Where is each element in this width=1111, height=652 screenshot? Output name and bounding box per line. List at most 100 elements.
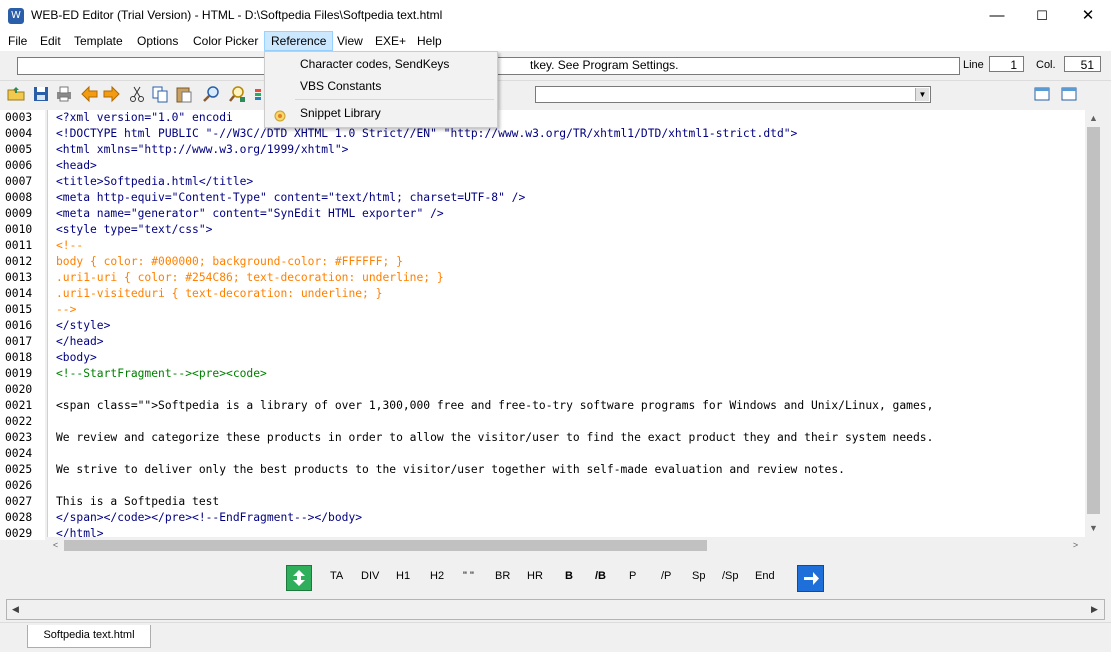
forward-arrow-icon[interactable] [101,84,121,104]
scroll-left-icon[interactable]: < [47,537,64,554]
line-number: 0024 [5,447,33,460]
menu-reference[interactable]: Reference [264,31,334,51]
menu-file[interactable]: File [2,31,33,51]
menu-help[interactable]: Help [411,31,448,51]
menu-item-snippet-library[interactable]: Snippet Library [266,102,496,124]
line-number: 0010 [5,223,33,236]
tag-b-button[interactable]: B [565,570,573,582]
menu-options[interactable]: Options [131,31,184,51]
back-arrow-icon[interactable] [80,84,100,104]
line-number: 0022 [5,415,33,428]
line-number: 0027 [5,495,33,508]
scroll-right-icon[interactable]: ▶ [1086,601,1103,618]
tag-ta-button[interactable]: TA [330,570,343,582]
close-button[interactable]: ✕ [1065,0,1111,31]
tag-toggle-icon[interactable] [286,565,312,591]
menu-item-character-codes[interactable]: Character codes, SendKeys [266,53,496,75]
paste-icon[interactable] [174,84,194,104]
scroll-down-icon[interactable]: ▼ [1085,520,1102,537]
tag-p-button[interactable]: P [629,570,636,582]
code-line: </style> [56,319,111,332]
palette-icon[interactable] [254,84,262,104]
code-line: <style type="text/css"> [56,223,213,236]
maximize-button[interactable]: ☐ [1019,0,1065,31]
print-icon[interactable] [54,84,74,104]
chevron-down-icon[interactable]: ▼ [915,88,929,101]
code-line: <!DOCTYPE html PUBLIC "-//W3C//DTD XHTML… [56,127,798,140]
scroll-right-icon[interactable]: > [1067,537,1084,554]
line-number-gutter: 0003 0004 0005 0006 0007 0008 0009 0010 … [0,110,45,540]
open-folder-icon[interactable] [6,84,26,104]
tag-h2-button[interactable]: H2 [430,570,444,582]
code-line: <meta http-equiv="Content-Type" content=… [56,191,526,204]
line-number: 0019 [5,367,33,380]
col-field[interactable]: 51 [1064,56,1101,72]
vertical-scroll-thumb[interactable] [1087,127,1100,514]
menu-item-label: Character codes, SendKeys [300,57,450,71]
cut-icon[interactable] [127,84,147,104]
menu-template[interactable]: Template [68,31,129,51]
tag-div-button[interactable]: DIV [361,570,379,582]
line-number: 0007 [5,175,33,188]
bottom-scrollbar[interactable]: ◀ ▶ [6,599,1105,620]
line-field[interactable]: 1 [989,56,1024,72]
menu-exe-plus[interactable]: EXE+ [369,31,412,51]
menu-view[interactable]: View [331,31,369,51]
snippet-combo[interactable]: ▼ [535,86,931,103]
tag-quote-button[interactable]: " " [463,570,474,582]
line-number: 0018 [5,351,33,364]
code-editor[interactable]: <?xml version="1.0" encodi <!DOCTYPE htm… [47,110,1086,540]
tag-end-button[interactable]: End [755,570,775,582]
window-alt-icon[interactable] [1059,84,1079,104]
line-number: 0029 [5,527,33,540]
line-number: 0008 [5,191,33,204]
menu-bar: File Edit Template Options Color Picker … [0,31,1111,51]
line-number: 0023 [5,431,33,444]
menu-color-picker[interactable]: Color Picker [187,31,264,51]
code-line: body { color: #000000; background-color:… [56,255,403,268]
scroll-up-icon[interactable]: ▲ [1085,110,1102,127]
line-number: 0028 [5,511,33,524]
code-line: We review and categorize these products … [56,431,934,444]
window-title: WEB-ED Editor (Trial Version) - HTML - D… [31,8,443,22]
line-number: 0005 [5,143,33,156]
document-tab[interactable]: Softpedia text.html [27,625,151,648]
tag-h1-button[interactable]: H1 [396,570,410,582]
code-line: This is a Softpedia test [56,495,220,508]
code-line: <title>Softpedia.html</title> [56,175,254,188]
window-icon[interactable] [1032,84,1052,104]
tag-close-sp-button[interactable]: /Sp [722,570,739,582]
line-number: 0004 [5,127,33,140]
line-number: 0003 [5,111,33,124]
app-icon: W [8,8,24,24]
find-replace-icon[interactable] [227,84,247,104]
horizontal-scroll-thumb[interactable] [64,540,707,551]
code-line: <head> [56,159,97,172]
tag-sp-button[interactable]: Sp [692,570,705,582]
line-number: 0016 [5,319,33,332]
line-number: 0021 [5,399,33,412]
find-icon[interactable] [201,84,221,104]
menu-item-vbs-constants[interactable]: VBS Constants [266,75,496,97]
menu-item-label: Snippet Library [300,106,381,120]
line-number: 0020 [5,383,33,396]
tag-br-button[interactable]: BR [495,570,510,582]
line-number: 0013 [5,271,33,284]
code-line: </span></code></pre><!--EndFragment--></… [56,511,363,524]
tag-close-p-button[interactable]: /P [661,570,671,582]
tag-hr-button[interactable]: HR [527,570,543,582]
code-line: <meta name="generator" content="SynEdit … [56,207,444,220]
next-arrow-icon[interactable] [797,565,824,592]
line-number: 0012 [5,255,33,268]
line-number: 0014 [5,287,33,300]
code-line: <!--StartFragment--><pre><code> [56,367,267,380]
code-line: <html xmlns="http://www.w3.org/1999/xhtm… [56,143,349,156]
tag-close-b-button[interactable]: /B [595,570,606,582]
menu-edit[interactable]: Edit [34,31,67,51]
minimize-button[interactable]: — [974,0,1020,31]
save-icon[interactable] [31,84,51,104]
code-line: <?xml version="1.0" encodi [56,111,233,124]
document-tab-bar [0,622,1111,652]
scroll-left-icon[interactable]: ◀ [7,601,24,618]
copy-icon[interactable] [150,84,170,104]
